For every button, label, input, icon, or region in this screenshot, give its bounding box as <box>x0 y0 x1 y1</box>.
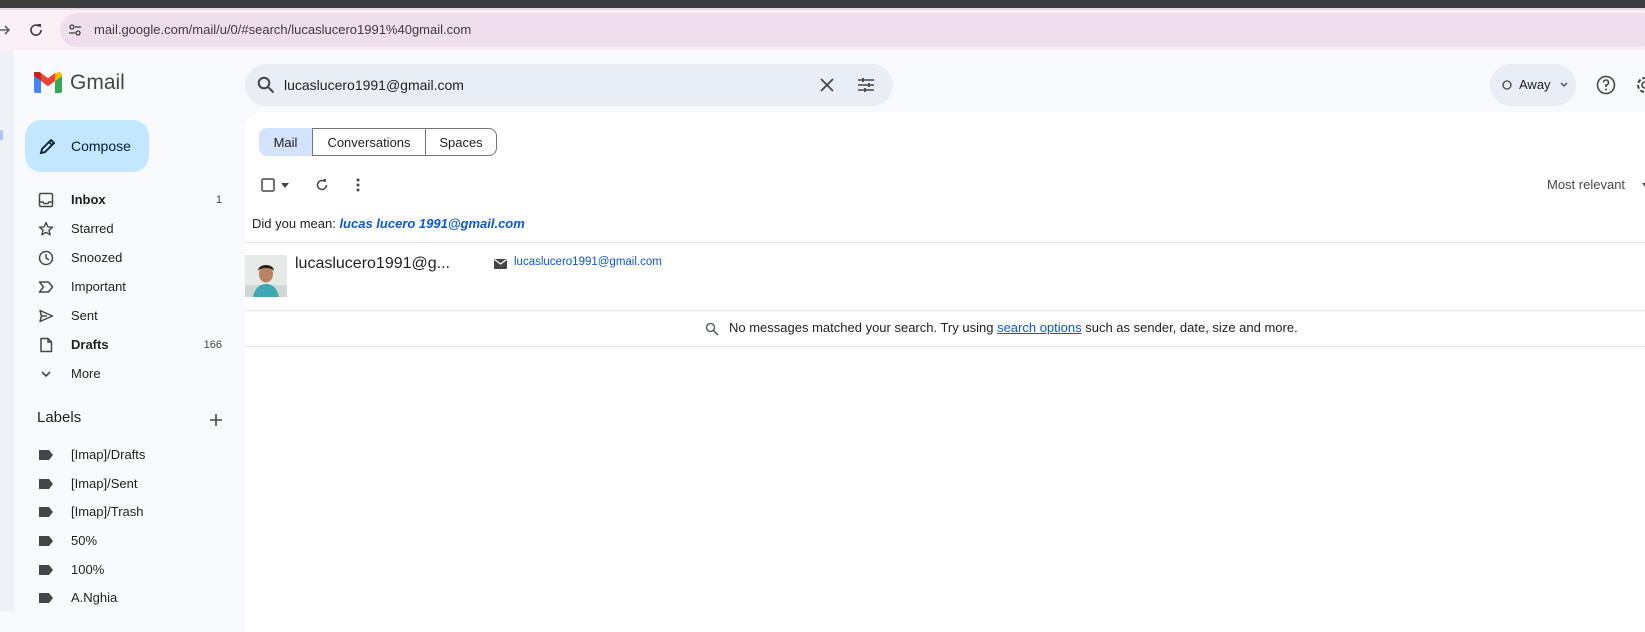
label-name: [Imap]/Drafts <box>71 447 146 462</box>
nav-label: Drafts <box>71 337 109 352</box>
tab-spaces[interactable]: Spaces <box>425 128 497 156</box>
label-name: 50% <box>71 533 98 548</box>
clear-search-icon[interactable] <box>820 78 834 92</box>
nav-label: Important <box>71 279 126 294</box>
did-you-mean: Did you mean: lucas lucero 1991@gmail.co… <box>252 216 525 231</box>
nav-inbox[interactable]: Inbox 1 <box>26 186 230 214</box>
label-item[interactable]: 50% <box>26 527 230 555</box>
search-scope-tabs: Mail Conversations Spaces <box>259 128 497 156</box>
search-input[interactable]: lucaslucero1991@gmail.com <box>284 64 464 106</box>
label-tag-icon <box>38 449 54 461</box>
nav-label: Inbox <box>71 192 106 207</box>
drafts-count: 166 <box>203 339 222 351</box>
select-dropdown-icon[interactable] <box>281 183 289 188</box>
divider <box>245 346 1645 347</box>
compose-button[interactable]: Compose <box>25 120 149 172</box>
away-status-icon <box>1502 80 1512 90</box>
forward-icon[interactable] <box>0 22 12 38</box>
label-item[interactable]: [Imap]/Sent <box>26 470 230 498</box>
more-options-icon[interactable] <box>356 178 360 192</box>
refresh-icon[interactable] <box>315 178 329 192</box>
did-you-mean-prefix: Did you mean: <box>252 216 340 231</box>
settings-gear-icon[interactable] <box>1634 74 1645 96</box>
suggestion-link[interactable]: lucas lucero 1991@gmail.com <box>339 216 524 231</box>
label-name: 100% <box>71 562 105 577</box>
address-bar: mail.google.com/mail/u/0/#search/lucaslu… <box>0 10 1645 50</box>
select-all-checkbox[interactable] <box>261 178 275 192</box>
labels-heading: Labels <box>37 409 82 426</box>
site-settings-icon[interactable] <box>68 23 82 37</box>
compose-label: Compose <box>71 138 131 154</box>
nav-sent[interactable]: Sent <box>26 302 230 330</box>
help-icon[interactable] <box>1596 75 1616 95</box>
search-options-link[interactable]: search options <box>997 320 1082 335</box>
label-item[interactable]: [Imap]/Drafts <box>26 441 230 469</box>
gmail-logo-icon[interactable] <box>34 72 62 93</box>
inbox-icon <box>38 192 54 208</box>
tab-mail[interactable]: Mail <box>259 128 312 156</box>
mail-icon <box>494 259 507 269</box>
no-results-text-end: such as sender, date, size and more. <box>1081 320 1298 335</box>
contact-name[interactable]: lucaslucero1991@g... <box>295 255 450 273</box>
clock-icon <box>38 250 54 266</box>
nav-label: Snoozed <box>71 250 123 265</box>
label-tag-icon <box>38 592 54 604</box>
nav-snoozed[interactable]: Snoozed <box>26 244 230 272</box>
rail-indicator <box>0 130 3 140</box>
tab-conversations[interactable]: Conversations <box>312 128 426 156</box>
label-name: A.Nghia <box>71 590 118 605</box>
no-results-text: No messages matched your search. Try usi… <box>729 320 998 335</box>
label-tag-icon <box>38 478 54 490</box>
divider <box>245 242 1645 243</box>
label-tag-icon <box>38 535 54 547</box>
status-button[interactable]: Away <box>1490 64 1576 106</box>
nav-starred[interactable]: Starred <box>26 215 230 243</box>
sort-dropdown[interactable]: Most relevant <box>1547 177 1625 192</box>
add-label-icon[interactable] <box>209 413 223 427</box>
chevron-down-icon <box>1560 82 1568 88</box>
star-icon <box>38 221 54 237</box>
app-name[interactable]: Gmail <box>70 70 125 96</box>
chevron-down-icon <box>38 366 54 382</box>
label-tag-icon <box>38 506 54 518</box>
draft-icon <box>38 337 54 353</box>
window-top-strip <box>0 0 1645 8</box>
search-icon[interactable] <box>257 76 275 94</box>
pencil-icon <box>39 137 57 155</box>
divider <box>245 310 1645 311</box>
send-icon <box>38 308 54 324</box>
nav-label: Starred <box>71 221 114 236</box>
main-panel: Mail Conversations Spaces Most relevant … <box>245 112 1645 632</box>
important-icon <box>38 279 54 295</box>
contact-avatar[interactable] <box>245 255 287 297</box>
nav-more[interactable]: More <box>26 360 230 388</box>
label-item[interactable]: 100% <box>26 556 230 584</box>
search-options-icon[interactable] <box>857 76 875 94</box>
label-name: [Imap]/Sent <box>71 476 138 491</box>
label-tag-icon <box>38 564 54 576</box>
nav-drafts[interactable]: Drafts 166 <box>26 331 230 359</box>
url-text[interactable]: mail.google.com/mail/u/0/#search/lucaslu… <box>94 10 471 50</box>
unread-count: 1 <box>215 194 222 206</box>
nav-label: More <box>71 366 101 381</box>
no-results-message: No messages matched your search. Try usi… <box>729 320 1298 335</box>
search-bar[interactable]: lucaslucero1991@gmail.com <box>245 64 893 106</box>
search-small-icon <box>705 322 719 336</box>
label-item[interactable]: [Imap]/Trash <box>26 498 230 526</box>
reload-icon[interactable] <box>28 22 44 38</box>
nav-important[interactable]: Important <box>26 273 230 301</box>
label-item[interactable]: A.Nghia <box>26 584 230 612</box>
status-label: Away <box>1519 77 1551 92</box>
nav-label: Sent <box>71 308 98 323</box>
label-name: [Imap]/Trash <box>71 504 144 519</box>
contact-email-link[interactable]: lucaslucero1991@gmail.com <box>514 256 662 268</box>
